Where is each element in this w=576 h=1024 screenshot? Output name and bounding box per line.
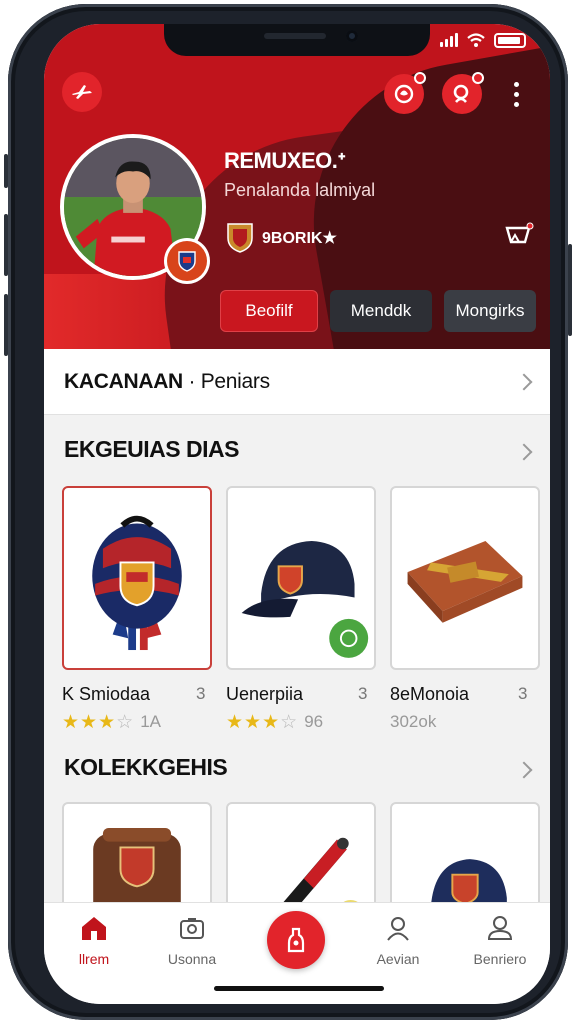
volume-up-button (4, 214, 8, 276)
home-indicator (214, 986, 384, 991)
star-icon: ★ (244, 711, 262, 733)
avatar[interactable] (60, 134, 210, 284)
profile-name: REMUXEO.ᐩ (224, 148, 346, 173)
volume-down-button (4, 294, 8, 356)
kacanaan-label: KACANAAN · Peniars (64, 369, 270, 393)
user-icon (387, 917, 409, 941)
tab-profile[interactable]: Benriero (460, 913, 540, 967)
profile-icon (487, 916, 513, 940)
home-icon (82, 917, 106, 940)
star-icon: ★ (262, 711, 280, 733)
product-rating: 302ok (390, 712, 436, 732)
profile-subtitle: Penalanda lalmiyal (224, 180, 376, 200)
kacanaan-row[interactable]: KACANAAN · Peniars (44, 349, 550, 415)
notification-badge (414, 72, 426, 84)
front-camera (346, 30, 358, 42)
notifications-button[interactable] (384, 72, 426, 114)
product-name: 8eMonoia (390, 684, 470, 704)
chevron-right-icon[interactable] (515, 443, 533, 461)
tab-user[interactable]: Aevian (358, 913, 438, 967)
notification-icon (394, 84, 414, 104)
tab-user-label: Aevian (376, 951, 420, 967)
power-button (568, 244, 572, 336)
team-shield-icon (227, 223, 253, 253)
profile-header: REMUXEO.ᐩ Penalanda lalmiyal 9BORIK★ Beo… (44, 24, 550, 349)
more-button-label: Mongirks (455, 301, 525, 320)
chevron-right-icon[interactable] (515, 761, 533, 779)
status-bar (440, 32, 526, 48)
product-count: 3 (358, 684, 368, 703)
product-count: 3 (518, 684, 528, 703)
cart-icon (505, 222, 534, 244)
more-menu-button[interactable] (506, 78, 526, 110)
star-icon: ★ (62, 711, 80, 733)
screen: REMUXEO.ᐩ Penalanda lalmiyal 9BORIK★ Beo… (44, 24, 550, 1004)
backpack-image (92, 515, 182, 651)
product-card-wallet[interactable] (390, 486, 540, 670)
rating-count: 96 (304, 712, 324, 731)
star-outline-icon: ☆ (280, 711, 298, 733)
add-item-icon (287, 927, 305, 953)
tab-home[interactable]: llrem (54, 913, 134, 967)
product-name: K Smiodaa (62, 684, 151, 704)
plane-button[interactable] (62, 72, 102, 112)
product-rating: ★ ★ ★ ☆ 96 (226, 712, 323, 732)
star-icon: ★ (80, 711, 98, 733)
signal-icon (440, 33, 458, 47)
star-icon: ★ (98, 711, 116, 733)
more-button[interactable]: Mongirks (444, 290, 536, 332)
collections-section-title: KOLEKKGEHIS (64, 754, 228, 780)
cart-button[interactable] (504, 222, 534, 252)
search-button[interactable] (442, 72, 484, 114)
team-badge-text: 9BORIK★ (262, 230, 337, 247)
rating-count: 302ok (390, 712, 437, 731)
tab-home-label: llrem (78, 951, 110, 967)
plane-icon (72, 85, 92, 99)
wifi-icon (467, 33, 485, 47)
rating-count: 1A (140, 712, 161, 731)
battery-icon (494, 32, 526, 48)
product-card-backpack[interactable] (62, 486, 212, 670)
club-crest-badge (164, 238, 210, 284)
add-item-button[interactable] (267, 911, 325, 969)
tab-camera[interactable]: Usonna (152, 913, 232, 967)
product-count: 3 (196, 684, 206, 703)
message-button[interactable]: Menddk (330, 290, 432, 332)
team-badge-row: 9BORIK★ (226, 222, 337, 254)
product-card-cap[interactable] (226, 486, 376, 670)
star-icon: ★ (226, 711, 244, 733)
tab-camera-label: Usonna (167, 951, 217, 967)
cap-image (241, 541, 369, 658)
wallet-image (407, 541, 523, 623)
tab-profile-label: Benriero (473, 951, 527, 967)
more-vertical-icon (513, 81, 519, 107)
product-name: Uenerpiia (226, 684, 304, 704)
profile-button-label: Beofilf (245, 301, 293, 320)
profile-button[interactable]: Beofilf (220, 290, 318, 332)
star-outline-icon: ☆ (116, 711, 134, 733)
side-button (4, 154, 8, 188)
search-icon (453, 84, 469, 103)
camera-icon (180, 918, 204, 939)
notch (164, 24, 430, 56)
chevron-right-icon (515, 373, 533, 390)
message-button-label: Menddk (350, 301, 412, 320)
product-rating: ★ ★ ★ ☆ 1A (62, 712, 161, 732)
phone-frame: REMUXEO.ᐩ Penalanda lalmiyal 9BORIK★ Beo… (4, 4, 572, 1020)
club-crest-icon (178, 251, 196, 272)
search-badge (472, 72, 484, 84)
featured-section-title: EKGEUIAS DIAS (64, 436, 239, 462)
